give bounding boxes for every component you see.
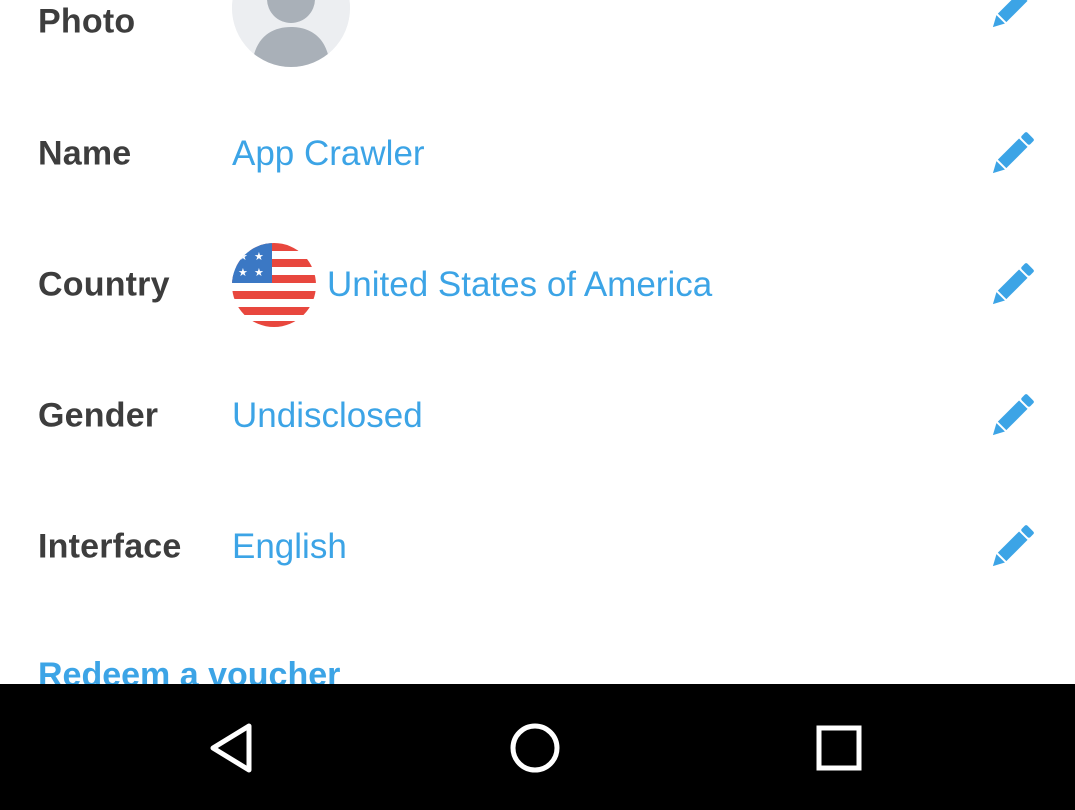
name-value: App Crawler	[232, 133, 425, 173]
recent-apps-button[interactable]	[809, 718, 869, 778]
svg-text:★: ★	[238, 250, 248, 263]
default-avatar-icon[interactable]	[232, 0, 350, 67]
svg-text:★: ★	[254, 250, 264, 263]
name-label: Name	[38, 134, 132, 172]
country-value: United States of America	[327, 264, 713, 304]
system-navigation-bar	[0, 684, 1075, 810]
edit-name-button[interactable]	[984, 126, 1040, 182]
pencil-icon	[992, 393, 1034, 435]
country-label: Country	[38, 265, 170, 303]
redeem-voucher-link[interactable]: Redeem a voucher	[38, 656, 340, 684]
recent-apps-square-icon	[816, 725, 862, 771]
edit-interface-button[interactable]	[984, 519, 1040, 575]
profile-screen: Photo Name App Crawler Country ★ ★ ★ ★ U…	[0, 0, 1075, 810]
svg-text:★: ★	[238, 266, 248, 279]
pencil-icon	[992, 131, 1034, 173]
interface-row[interactable]: Interface English	[0, 481, 1075, 612]
edit-country-button[interactable]	[984, 257, 1040, 313]
back-button[interactable]	[203, 718, 263, 778]
gender-row[interactable]: Gender Undisclosed	[0, 350, 1075, 481]
interface-label: Interface	[38, 527, 182, 565]
interface-value: English	[232, 526, 347, 566]
name-row[interactable]: Name App Crawler	[0, 88, 1075, 219]
profile-content: Photo Name App Crawler Country ★ ★ ★ ★ U…	[0, 0, 1075, 684]
home-button[interactable]	[505, 718, 565, 778]
us-flag-icon: ★ ★ ★ ★	[232, 242, 316, 327]
edit-gender-button[interactable]	[984, 388, 1040, 444]
country-row[interactable]: Country ★ ★ ★ ★ United States of America	[0, 219, 1075, 350]
back-triangle-icon	[210, 723, 252, 773]
edit-photo-button[interactable]	[984, 0, 1040, 36]
pencil-icon	[992, 0, 1028, 27]
gender-label: Gender	[38, 396, 159, 434]
home-circle-icon	[510, 723, 560, 773]
gender-value: Undisclosed	[232, 395, 423, 435]
pencil-icon	[992, 524, 1034, 566]
photo-label: Photo	[38, 2, 136, 40]
photo-row[interactable]: Photo	[0, 0, 1075, 87]
pencil-icon	[992, 262, 1034, 304]
svg-text:★: ★	[254, 266, 264, 279]
